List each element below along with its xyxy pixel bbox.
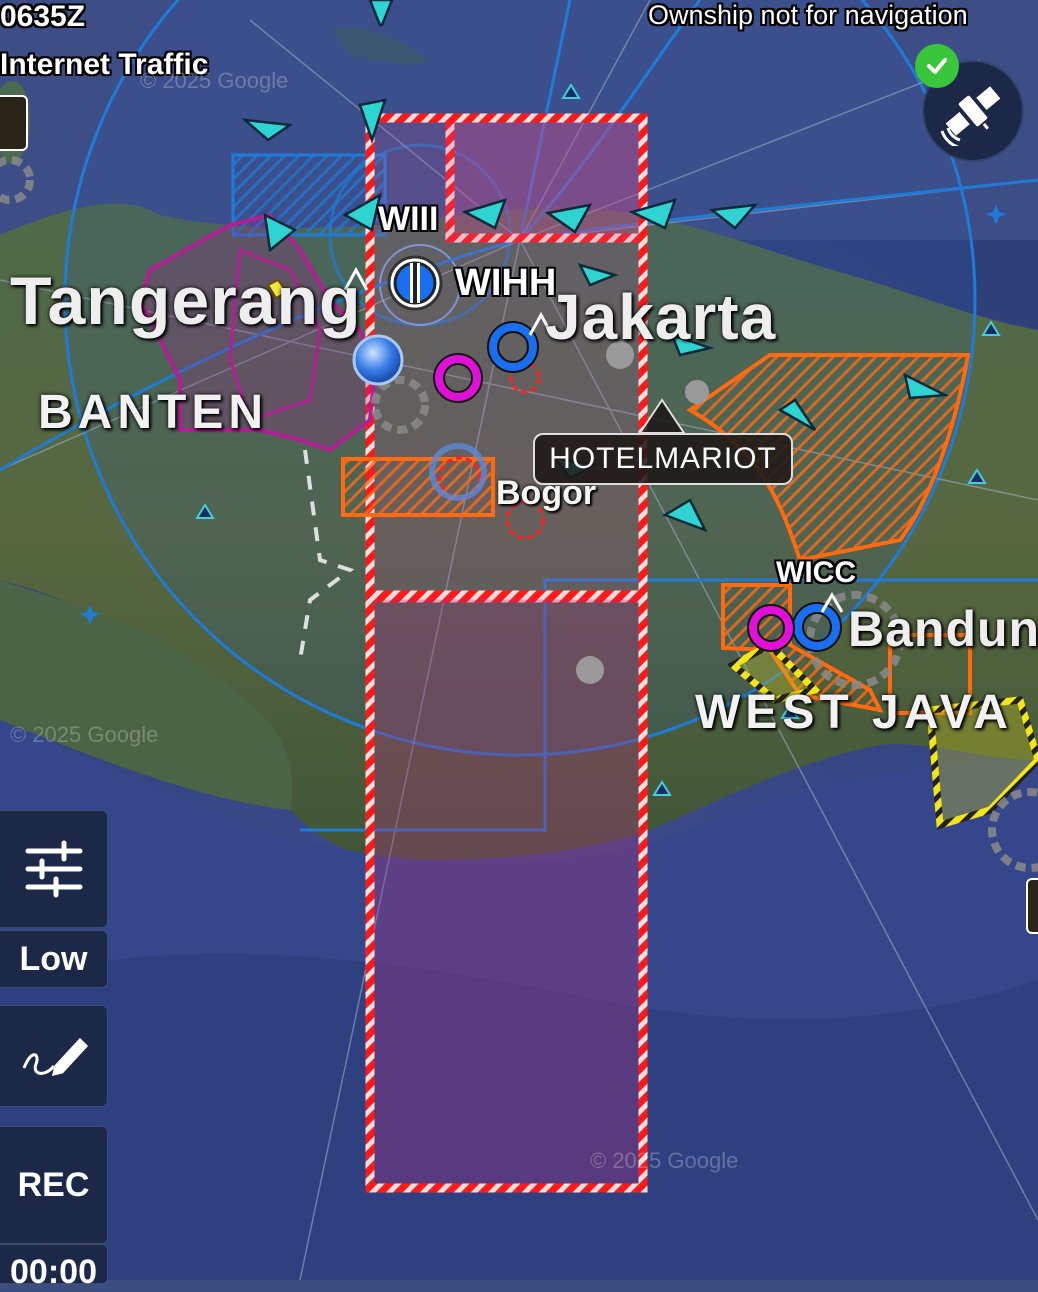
orange-airspace-bogor[interactable] bbox=[341, 457, 495, 517]
airport-label-wihh[interactable]: WIHH bbox=[455, 262, 556, 305]
timer-panel: 00:00 bbox=[0, 1244, 108, 1291]
city-label-bandung: Bandung bbox=[848, 601, 1038, 657]
map-watermark: © 2025 Google bbox=[140, 68, 289, 93]
quality-toggle-button[interactable]: Low bbox=[0, 930, 108, 988]
map-watermark: © 2025 Google bbox=[590, 1148, 739, 1173]
city-label-jakarta: Jakarta bbox=[545, 281, 777, 353]
pencil-draw-icon bbox=[22, 1037, 88, 1077]
map-watermark: © 2025 Google bbox=[10, 722, 159, 747]
record-timer: 00:00 bbox=[10, 1253, 97, 1291]
record-button[interactable]: REC bbox=[0, 1126, 108, 1244]
region-label-west-java: WEST JAVA bbox=[695, 686, 1013, 739]
right-panel-tab[interactable] bbox=[1026, 878, 1038, 934]
quality-label: Low bbox=[19, 939, 88, 978]
city-label-tangerang: Tangerang bbox=[10, 263, 362, 339]
airport-label-wicc[interactable]: WICC bbox=[776, 556, 856, 590]
restricted-area-south[interactable] bbox=[365, 590, 648, 1193]
ownship-icon[interactable] bbox=[352, 334, 404, 386]
check-icon bbox=[915, 44, 959, 88]
record-label: REC bbox=[17, 1165, 90, 1204]
region-label-banten: BANTEN bbox=[38, 386, 268, 439]
ownship-notice: Ownship not for navigation bbox=[648, 0, 968, 30]
collapsed-panel-tab[interactable] bbox=[0, 95, 28, 151]
zulu-time: 0635Z bbox=[0, 0, 86, 33]
waypoint-label[interactable]: HOTELMARIOT bbox=[533, 433, 793, 485]
map-settings-button[interactable] bbox=[0, 810, 108, 928]
airport-label-wiii[interactable]: WIII bbox=[378, 200, 438, 239]
sliders-icon bbox=[25, 840, 82, 898]
satellite-icon bbox=[940, 86, 1001, 146]
draw-button[interactable] bbox=[0, 1005, 108, 1107]
airport-wiii-symbol[interactable] bbox=[387, 255, 443, 311]
